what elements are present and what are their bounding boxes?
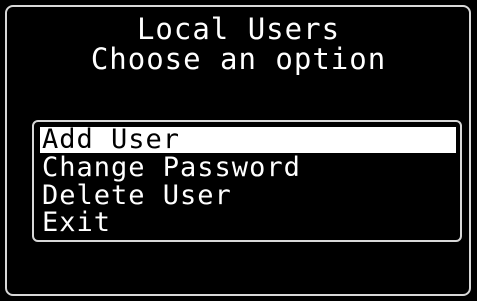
menu-item-delete-user[interactable]: Delete User (40, 182, 232, 209)
menu-item-exit[interactable]: Exit (40, 209, 111, 236)
menu-item-change-password[interactable]: Change Password (40, 154, 301, 181)
screen-subtitle: Choose an option (90, 42, 387, 76)
menu-item-add-user[interactable]: Add User (40, 126, 456, 153)
terminal-screen: Local Users Choose an option Add User Ch… (0, 0, 477, 301)
screen-title: Local Users (136, 12, 341, 46)
